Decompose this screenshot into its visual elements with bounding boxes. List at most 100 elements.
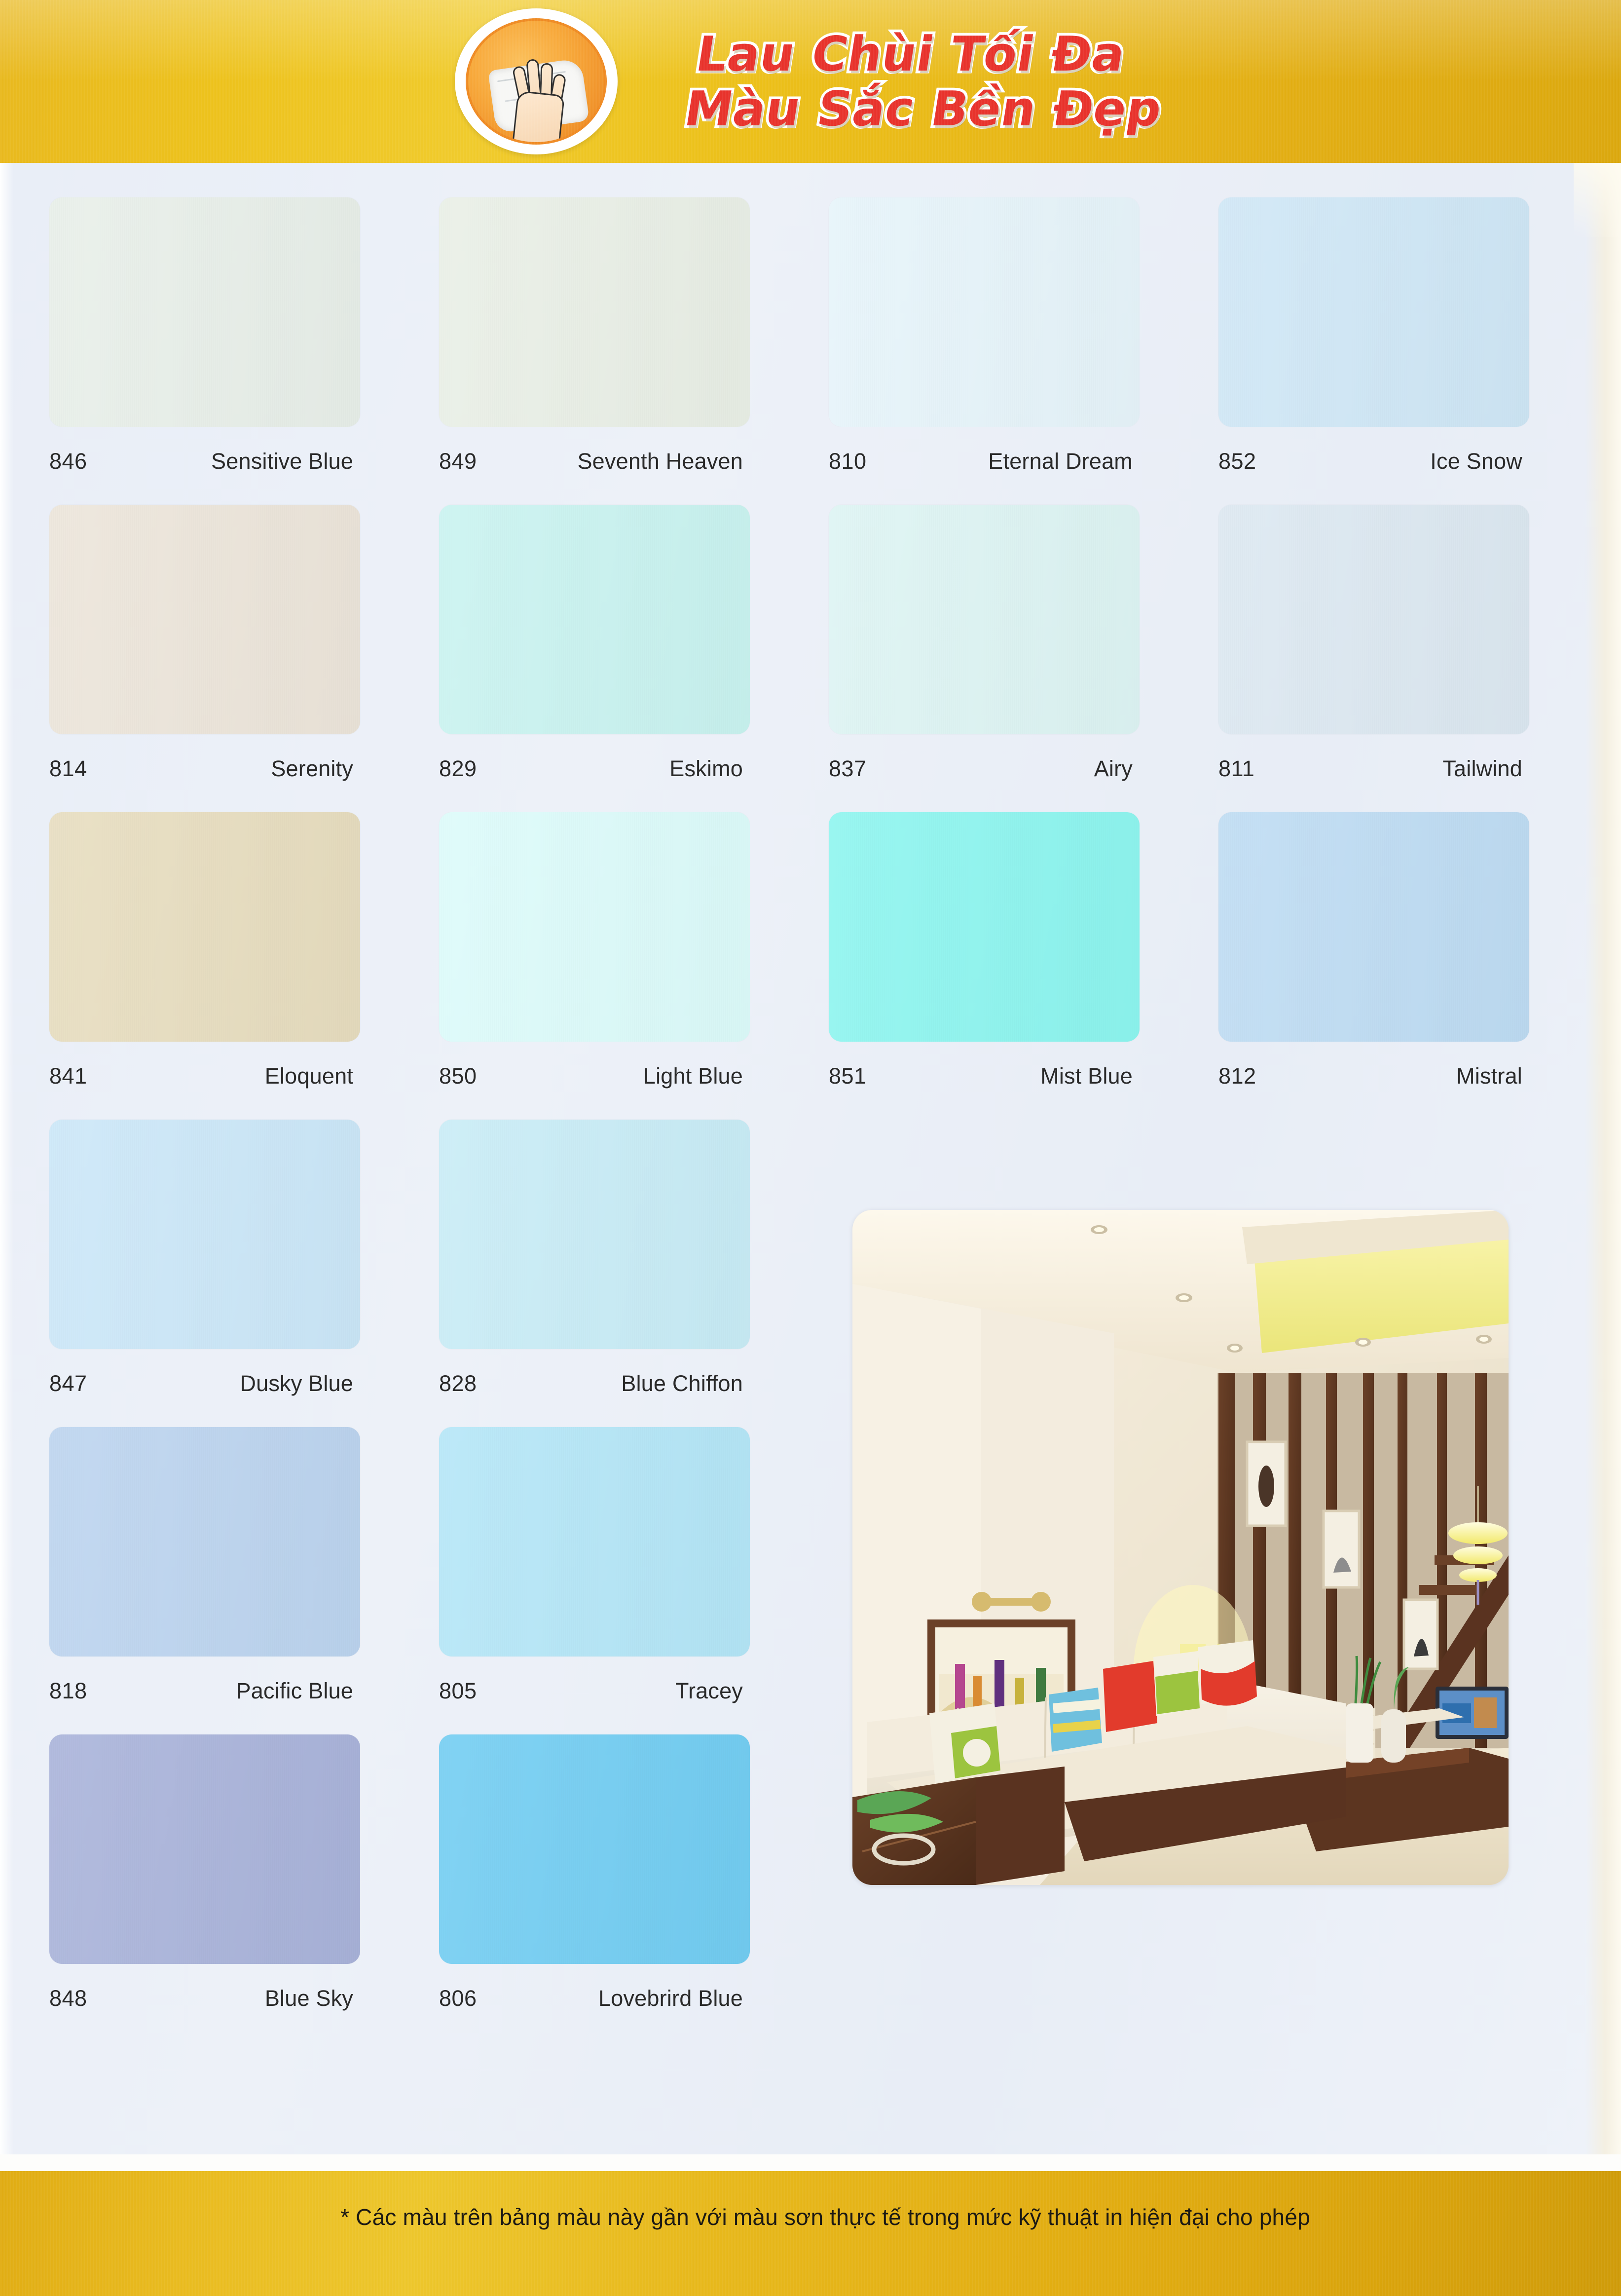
swatch-name: Eternal Dream [988, 449, 1133, 474]
footer-disclaimer: * Các màu trên bảng màu này gần với màu … [340, 2204, 1310, 2230]
swatch-row: 814 Serenity 829 Eskimo 837 Airy 811 Tai… [49, 505, 1559, 782]
swatch-code: 846 [49, 449, 87, 474]
swatch-cell[interactable]: 846 Sensitive Blue [49, 197, 439, 474]
swatch-caption: 811 Tailwind [1218, 756, 1529, 782]
swatch-cell[interactable]: 805 Tracey [439, 1427, 829, 1704]
paper-left-edge [0, 163, 14, 2171]
color-chip[interactable] [829, 812, 1140, 1042]
swatch-name: Lovebrird Blue [598, 1986, 743, 2011]
color-chip[interactable] [439, 1734, 750, 1964]
swatch-caption: 814 Serenity [49, 756, 360, 782]
swatch-code: 847 [49, 1371, 87, 1396]
color-chip[interactable] [439, 1120, 750, 1349]
color-chip[interactable] [49, 1734, 360, 1964]
swatch-name: Eskimo [669, 756, 743, 781]
footer-band: * Các màu trên bảng màu này gần với màu … [0, 2171, 1621, 2296]
swatch-code: 851 [829, 1063, 867, 1089]
swatch-name: Pacific Blue [236, 1678, 353, 1703]
swatch-caption: 851 Mist Blue [829, 1063, 1140, 1089]
swatch-cell[interactable]: 849 Seventh Heaven [439, 197, 829, 474]
color-chip[interactable] [1218, 812, 1529, 1042]
swatch-cell[interactable]: 851 Mist Blue [829, 812, 1218, 1089]
color-chip[interactable] [829, 197, 1140, 427]
swatch-code: 837 [829, 756, 867, 781]
swatch-cell[interactable]: 847 Dusky Blue [49, 1120, 439, 1396]
paint-color-chart-page: Lau Chùi Tối Đa Màu Sắc Bền Đẹp 846 Sens… [0, 0, 1621, 2296]
swatch-code: 848 [49, 1986, 87, 2011]
swatch-caption: 810 Eternal Dream [829, 449, 1140, 474]
swatch-cell[interactable]: 810 Eternal Dream [829, 197, 1218, 474]
swatch-name: Mist Blue [1040, 1063, 1133, 1089]
page-title: Lau Chùi Tối Đa Màu Sắc Bền Đẹp [639, 24, 1174, 140]
swatch-code: 810 [829, 449, 867, 474]
swatch-row: 846 Sensitive Blue 849 Seventh Heaven 81… [49, 197, 1559, 474]
swatch-name: Seventh Heaven [577, 449, 743, 474]
swatch-caption: 837 Airy [829, 756, 1140, 782]
swatch-code: 806 [439, 1986, 477, 2011]
swatch-code: 818 [49, 1678, 87, 1703]
swatch-caption: 806 Lovebrird Blue [439, 1986, 750, 2011]
swatch-cell[interactable]: 841 Eloquent [49, 812, 439, 1089]
color-chip[interactable] [49, 505, 360, 734]
swatch-cell[interactable]: 812 Mistral [1218, 812, 1608, 1089]
color-chip[interactable] [49, 1427, 360, 1656]
swatch-cell[interactable]: 850 Light Blue [439, 812, 829, 1089]
swatch-name: Blue Chiffon [621, 1371, 743, 1396]
swatch-cell[interactable]: 852 Ice Snow [1218, 197, 1608, 474]
swatch-row: 841 Eloquent 850 Light Blue 851 Mist Blu… [49, 812, 1559, 1089]
swatch-cell[interactable]: 806 Lovebrird Blue [439, 1734, 829, 2011]
swatch-cell[interactable]: 811 Tailwind [1218, 505, 1608, 782]
swatch-code: 829 [439, 756, 477, 781]
swatch-name: Light Blue [643, 1063, 743, 1089]
title-line-1: Lau Chùi Tối Đa [690, 24, 1132, 85]
swatch-caption: 812 Mistral [1218, 1063, 1529, 1089]
color-chip[interactable] [1218, 505, 1529, 734]
swatch-cell[interactable]: 837 Airy [829, 505, 1218, 782]
swatch-cell[interactable]: 829 Eskimo [439, 505, 829, 782]
interior-room-photo [852, 1210, 1509, 1885]
hand-wiping-cloth-icon [455, 8, 618, 154]
swatch-caption: 829 Eskimo [439, 756, 750, 782]
header-band: Lau Chùi Tối Đa Màu Sắc Bền Đẹp [0, 0, 1621, 163]
swatch-code: 850 [439, 1063, 477, 1089]
swatch-caption: 841 Eloquent [49, 1063, 360, 1089]
swatch-caption: 846 Sensitive Blue [49, 449, 360, 474]
swatch-caption: 848 Blue Sky [49, 1986, 360, 2011]
color-chip[interactable] [49, 812, 360, 1042]
swatch-caption: 849 Seventh Heaven [439, 449, 750, 474]
swatch-name: Tailwind [1442, 756, 1522, 781]
swatch-name: Blue Sky [264, 1986, 353, 2011]
swatch-code: 812 [1218, 1063, 1256, 1089]
color-chip[interactable] [829, 505, 1140, 734]
swatch-caption: 818 Pacific Blue [49, 1678, 360, 1704]
swatch-name: Dusky Blue [240, 1371, 353, 1396]
color-chip[interactable] [1218, 197, 1529, 427]
swatch-cell[interactable]: 814 Serenity [49, 505, 439, 782]
color-chip[interactable] [49, 197, 360, 427]
interior-room-illustration [852, 1210, 1509, 1885]
swatch-cell[interactable]: 848 Blue Sky [49, 1734, 439, 2011]
swatch-name: Eloquent [264, 1063, 353, 1089]
swatch-name: Airy [1094, 756, 1133, 781]
swatch-code: 849 [439, 449, 477, 474]
swatch-caption: 852 Ice Snow [1218, 449, 1529, 474]
swatch-code: 805 [439, 1678, 477, 1703]
swatch-cell[interactable]: 828 Blue Chiffon [439, 1120, 829, 1396]
color-chip[interactable] [439, 1427, 750, 1656]
footer-white-strip [0, 2154, 1621, 2171]
color-chip[interactable] [439, 505, 750, 734]
color-chip[interactable] [49, 1120, 360, 1349]
swatch-name: Serenity [271, 756, 353, 781]
swatch-caption: 847 Dusky Blue [49, 1371, 360, 1396]
color-chip[interactable] [439, 812, 750, 1042]
swatch-code: 852 [1218, 449, 1256, 474]
swatch-name: Sensitive Blue [211, 449, 353, 474]
color-chip[interactable] [439, 197, 750, 427]
swatch-name: Mistral [1456, 1063, 1522, 1089]
swatch-caption: 805 Tracey [439, 1678, 750, 1704]
swatch-code: 811 [1218, 756, 1255, 781]
swatch-code: 814 [49, 756, 87, 781]
swatch-name: Tracey [675, 1678, 743, 1703]
swatch-caption: 828 Blue Chiffon [439, 1371, 750, 1396]
swatch-cell[interactable]: 818 Pacific Blue [49, 1427, 439, 1704]
